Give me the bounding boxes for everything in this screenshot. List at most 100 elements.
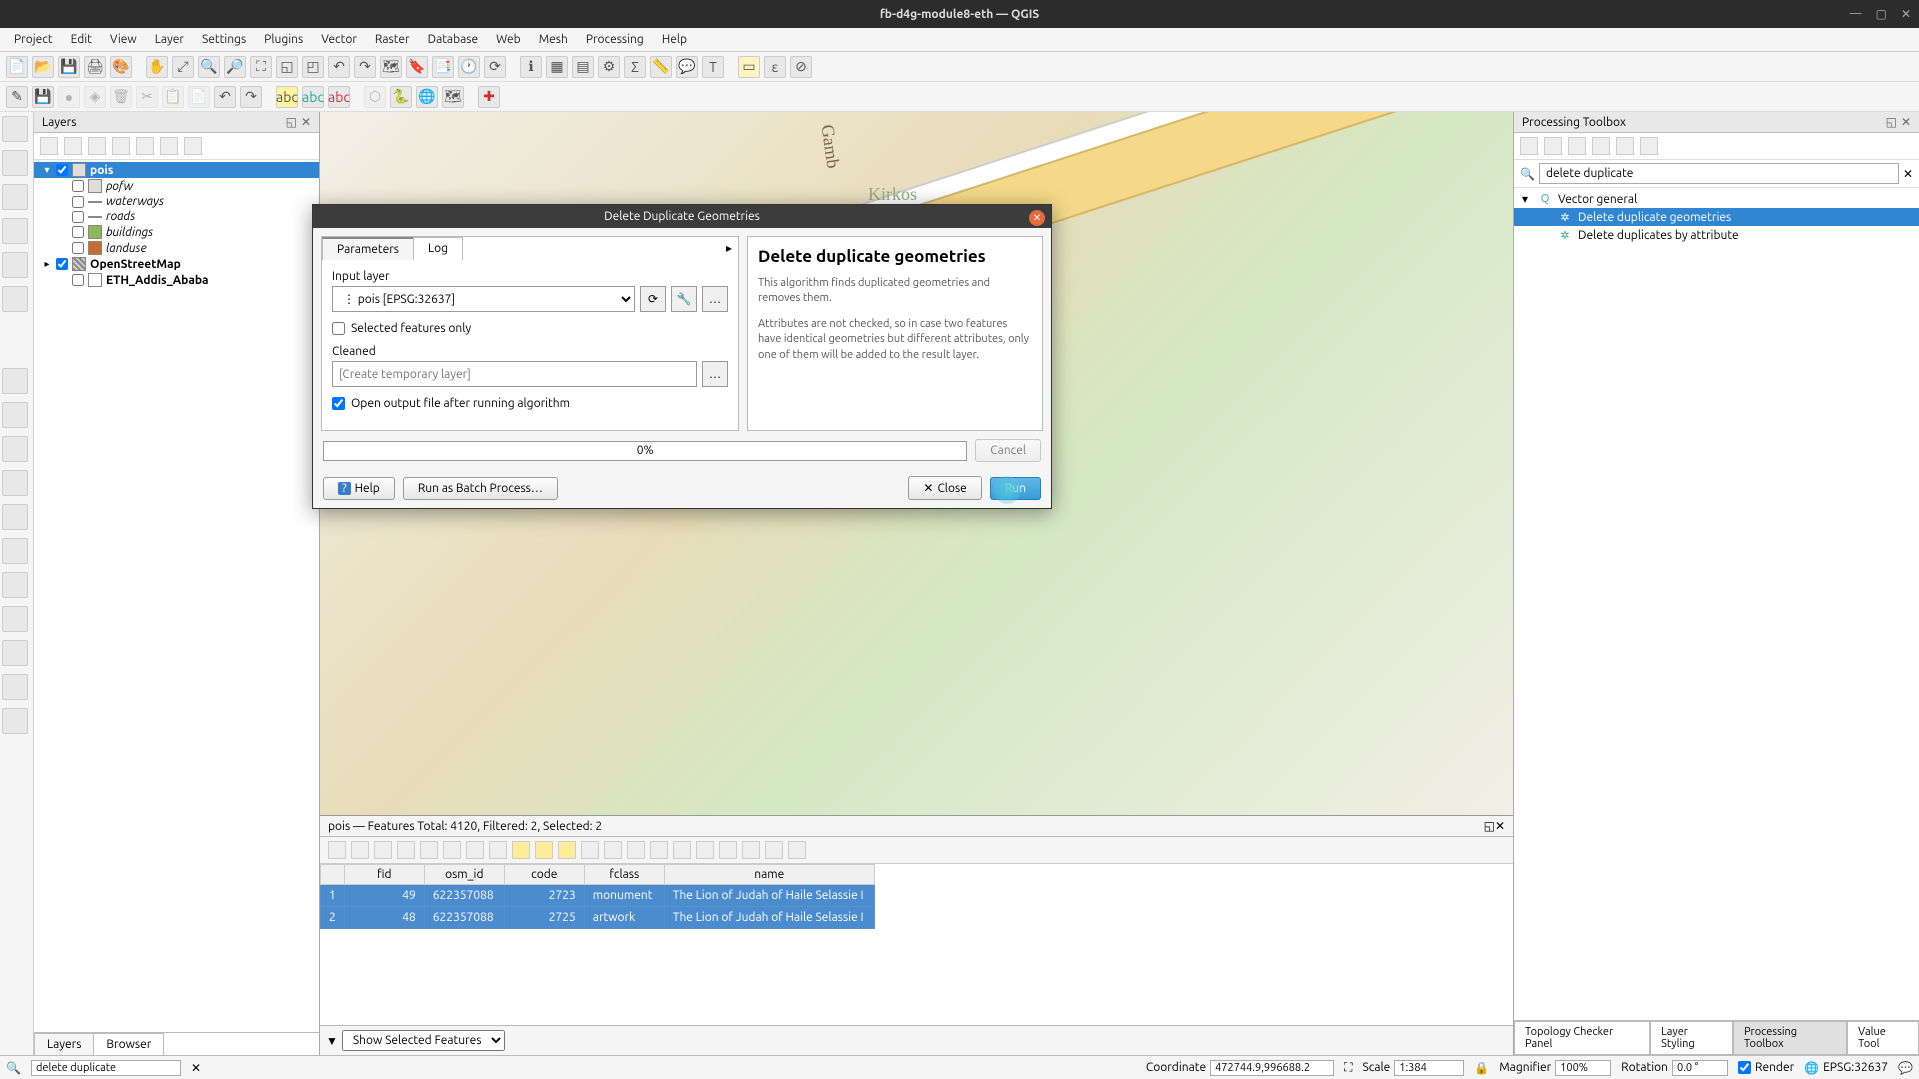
zoom-next-icon[interactable]: ↷ xyxy=(354,56,376,78)
show-features-select[interactable]: Show Selected Features xyxy=(342,1030,505,1051)
tree-algorithm[interactable]: ✲Delete duplicate geometries xyxy=(1514,208,1919,226)
layer-item[interactable]: ▸OpenStreetMap xyxy=(34,256,319,272)
basemap-icon[interactable]: 🗺 xyxy=(442,86,464,108)
layer-visibility-checkbox[interactable] xyxy=(72,211,84,223)
zoom-last-icon[interactable]: ↶ xyxy=(328,56,350,78)
undo-icon[interactable]: ↶ xyxy=(214,86,236,108)
layer-item[interactable]: landuse xyxy=(34,240,319,256)
zoom-layer-icon[interactable]: ◰ xyxy=(302,56,324,78)
input-layer-select[interactable]: ⋮ pois [EPSG:32637] xyxy=(332,286,635,312)
stats-icon[interactable]: Σ xyxy=(624,56,646,78)
delete-field-icon[interactable] xyxy=(719,841,737,859)
paste-attr-icon[interactable] xyxy=(489,841,507,859)
edit-toggle-icon[interactable]: ✎ xyxy=(6,86,28,108)
attribute-table-icon[interactable]: ▦ xyxy=(546,56,568,78)
identify-icon[interactable]: ℹ xyxy=(520,56,542,78)
undock-icon[interactable]: ◱ xyxy=(286,115,297,129)
temporal-icon[interactable]: 🕐 xyxy=(458,56,480,78)
new-bookmark-icon[interactable]: 🔖 xyxy=(406,56,428,78)
locator-icon[interactable]: 🔍 xyxy=(6,1061,21,1075)
column-header[interactable]: fclass xyxy=(584,865,664,885)
locator-input[interactable] xyxy=(31,1060,181,1076)
cleaned-output-input[interactable] xyxy=(332,361,697,387)
layer-visibility-checkbox[interactable] xyxy=(56,258,68,270)
new-memory-icon[interactable] xyxy=(2,286,28,312)
deselect-icon[interactable]: ⊘ xyxy=(790,56,812,78)
table-row[interactable]: 1496223570882723monumentThe Lion of Juda… xyxy=(321,885,875,907)
add-spatialite-icon[interactable] xyxy=(2,538,28,564)
deselect-all-icon[interactable] xyxy=(581,841,599,859)
layer-item[interactable]: buildings xyxy=(34,224,319,240)
layer-item[interactable]: waterways xyxy=(34,194,319,209)
menu-edit[interactable]: Edit xyxy=(63,31,100,48)
tab-processing-toolbox[interactable]: Processing Toolbox xyxy=(1733,1021,1847,1055)
new-field-icon[interactable] xyxy=(696,841,714,859)
group-icon[interactable] xyxy=(64,137,82,155)
save-edits-attr-icon[interactable] xyxy=(351,841,369,859)
menu-view[interactable]: View xyxy=(102,31,145,48)
toggle-edit-icon[interactable] xyxy=(328,841,346,859)
tree-group[interactable]: ▾QVector general xyxy=(1514,190,1919,208)
add-feature-icon[interactable]: ● xyxy=(58,86,80,108)
label-icon[interactable]: abc xyxy=(276,86,298,108)
actions-icon[interactable] xyxy=(788,841,806,859)
close-toolbox-icon[interactable]: ✕ xyxy=(1901,115,1911,129)
menu-web[interactable]: Web xyxy=(488,31,529,48)
toolbox-search-input[interactable] xyxy=(1539,163,1899,184)
select-icon[interactable]: ▭ xyxy=(738,56,760,78)
cut-attr-icon[interactable] xyxy=(443,841,461,859)
column-header[interactable]: fid xyxy=(344,865,424,885)
measure-icon[interactable]: 📏 xyxy=(650,56,672,78)
column-header[interactable]: name xyxy=(664,865,874,885)
table-row[interactable]: 2486223570882725artworkThe Lion of Judah… xyxy=(321,907,875,929)
layer-visibility-checkbox[interactable] xyxy=(72,196,84,208)
show-bookmarks-icon[interactable]: 📑 xyxy=(432,56,454,78)
layer-visibility-checkbox[interactable] xyxy=(72,242,84,254)
advanced-options-icon[interactable]: 🔧 xyxy=(671,286,697,312)
add-oracle-icon[interactable] xyxy=(2,606,28,632)
filter-legend-icon[interactable] xyxy=(40,137,58,155)
help-button[interactable]: ?Help xyxy=(323,477,395,500)
zoom-out-icon[interactable]: 🔎 xyxy=(224,56,246,78)
new-shapefile-icon[interactable] xyxy=(2,184,28,210)
tab-layer-styling[interactable]: Layer Styling xyxy=(1650,1021,1733,1055)
move-top-icon[interactable] xyxy=(627,841,645,859)
add-wfs-icon[interactable] xyxy=(2,708,28,734)
script-icon[interactable] xyxy=(1544,137,1562,155)
new-spatialite-icon[interactable] xyxy=(2,218,28,244)
new-gpkg-icon[interactable] xyxy=(2,150,28,176)
copy-attr-icon[interactable] xyxy=(466,841,484,859)
add-xyz-icon[interactable] xyxy=(2,674,28,700)
filter-selection-icon[interactable] xyxy=(604,841,622,859)
maximize-icon[interactable]: ▢ xyxy=(1876,7,1887,21)
visibility-icon[interactable] xyxy=(88,137,106,155)
add-delimited-icon[interactable] xyxy=(2,470,28,496)
cut-icon[interactable]: ✂ xyxy=(136,86,158,108)
menu-processing[interactable]: Processing xyxy=(578,31,652,48)
delete-icon[interactable]: 🗑 xyxy=(110,86,132,108)
layer-visibility-checkbox[interactable] xyxy=(72,274,84,286)
add-mesh-icon[interactable] xyxy=(2,436,28,462)
dialog-close-icon[interactable]: ✕ xyxy=(1029,210,1045,226)
map-tips-icon[interactable]: 💬 xyxy=(676,56,698,78)
crs-icon[interactable]: 🌐 xyxy=(1804,1061,1819,1075)
close-window-icon[interactable]: ✕ xyxy=(1901,7,1911,21)
edit-in-place-icon[interactable] xyxy=(1616,137,1634,155)
collapse-help-icon[interactable]: ▸ xyxy=(720,237,738,260)
clear-search-icon[interactable]: ✕ xyxy=(1903,167,1913,181)
close-attr-icon[interactable]: ✕ xyxy=(1495,820,1505,833)
paste-icon[interactable]: 📄 xyxy=(188,86,210,108)
menu-database[interactable]: Database xyxy=(420,31,487,48)
close-button[interactable]: ✕ Close xyxy=(908,476,981,500)
browse-input-icon[interactable]: … xyxy=(702,286,728,312)
filter-icon[interactable] xyxy=(112,137,130,155)
select-by-expr-icon[interactable] xyxy=(512,841,530,859)
tab-parameters[interactable]: Parameters xyxy=(322,237,414,260)
select-all-icon[interactable] xyxy=(535,841,553,859)
style-manager-icon[interactable]: 🎨 xyxy=(110,56,132,78)
save-project-icon[interactable]: 💾 xyxy=(58,56,80,78)
layer-item[interactable]: pofw xyxy=(34,178,319,194)
column-header[interactable]: osm_id xyxy=(424,865,504,885)
close-panel-icon[interactable]: ✕ xyxy=(301,115,311,129)
plugin-icon[interactable]: ⬡ xyxy=(364,86,386,108)
